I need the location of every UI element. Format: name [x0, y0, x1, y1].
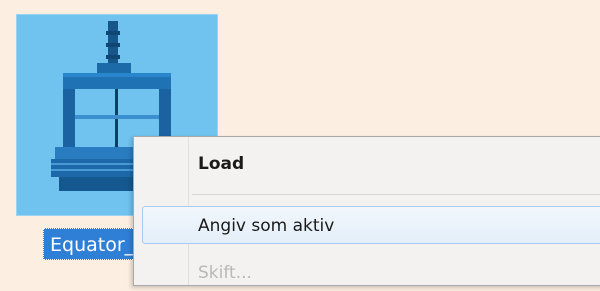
menu-item-label: Skift... — [198, 263, 252, 283]
menu-item-set-active[interactable]: Angiv som aktiv — [142, 206, 600, 244]
menu-item-label: Angiv som aktiv — [198, 216, 335, 236]
menu-item-load[interactable]: Load — [136, 146, 600, 182]
context-menu: Load Angiv som aktiv Skift... — [133, 136, 600, 286]
menu-item-change[interactable]: Skift... — [136, 255, 600, 291]
menu-separator — [192, 194, 600, 195]
menu-item-label: Load — [198, 154, 245, 174]
file-name-label[interactable]: Equator_ — [43, 228, 143, 260]
